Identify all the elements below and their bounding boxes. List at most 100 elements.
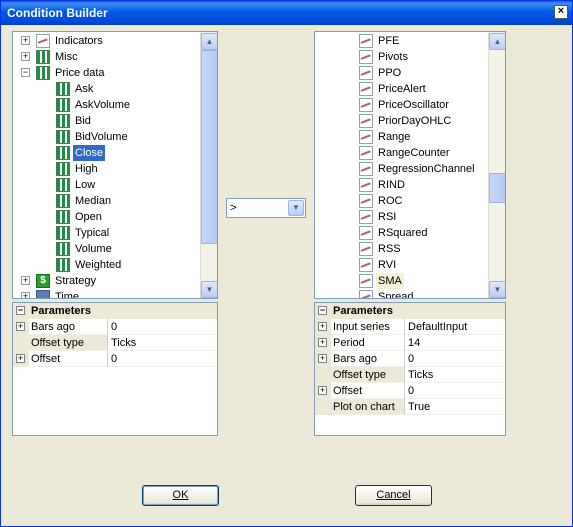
tree-item-label: ROC: [378, 195, 403, 207]
tree-item[interactable]: + Indicators: [13, 33, 199, 49]
tree-item[interactable]: SMA: [315, 273, 487, 289]
expand-icon[interactable]: +: [21, 52, 30, 61]
expand-icon[interactable]: +: [318, 354, 327, 363]
chevron-down-icon[interactable]: ▼: [288, 200, 304, 216]
parameter-value[interactable]: DefaultInput: [405, 319, 505, 335]
bar-chart-icon: [56, 162, 70, 176]
parameters-header: − Parameters: [13, 303, 217, 319]
parameter-row[interactable]: Offset type Ticks: [315, 367, 505, 383]
tree-item[interactable]: Median: [13, 193, 199, 209]
parameter-name: Period: [331, 335, 405, 351]
scrollbar-thumb[interactable]: [201, 50, 217, 244]
tree-item[interactable]: Low: [13, 177, 199, 193]
parameter-row[interactable]: + Bars ago 0: [315, 351, 505, 367]
right-tree-view[interactable]: Spread SMA RVI RSS RSquared RSI ROC RIND Regress…: [314, 31, 506, 299]
left-tree-scrollbar[interactable]: ▲ ▼: [200, 32, 217, 298]
tree-item-label: Misc: [55, 51, 78, 63]
bar-chart-icon: [56, 226, 70, 240]
tree-item[interactable]: RegressionChannel: [315, 161, 487, 177]
tree-item[interactable]: Volume: [13, 241, 199, 257]
parameter-row[interactable]: + Offset 0: [315, 383, 505, 399]
tree-item[interactable]: PPO: [315, 65, 487, 81]
tree-item[interactable]: Pivots: [315, 49, 487, 65]
indicator-chart-icon: [359, 98, 373, 112]
parameter-value[interactable]: 0: [108, 319, 217, 335]
tree-item[interactable]: RSS: [315, 241, 487, 257]
tree-item[interactable]: + $ Strategy: [13, 273, 199, 289]
ok-button[interactable]: OK: [142, 485, 219, 506]
tree-item[interactable]: Spread: [315, 289, 487, 298]
right-tree-scrollbar[interactable]: ▲ ▼: [488, 32, 505, 298]
window-title: Condition Builder: [7, 6, 108, 20]
indicator-chart-icon: [359, 66, 373, 80]
parameter-value[interactable]: 0: [405, 351, 505, 367]
tree-item[interactable]: PriceOscillator: [315, 97, 487, 113]
scroll-down-icon[interactable]: ▼: [201, 281, 217, 298]
tree-item[interactable]: Ask: [13, 81, 199, 97]
tree-item[interactable]: RSI: [315, 209, 487, 225]
tree-item-label: RSS: [378, 243, 401, 255]
indicator-chart-icon: [359, 258, 373, 272]
tree-item[interactable]: ROC: [315, 193, 487, 209]
bar-chart-icon: [36, 66, 50, 80]
tree-item[interactable]: Bid: [13, 113, 199, 129]
indicator-chart-icon: [359, 146, 373, 160]
tree-item[interactable]: + Time: [13, 289, 199, 298]
tree-item[interactable]: Typical: [13, 225, 199, 241]
tree-item[interactable]: − Price data: [13, 65, 199, 81]
tree-item[interactable]: Open: [13, 209, 199, 225]
tree-item[interactable]: AskVolume: [13, 97, 199, 113]
tree-item[interactable]: PriorDayOHLC: [315, 113, 487, 129]
collapse-icon[interactable]: −: [16, 306, 25, 315]
tree-item[interactable]: BidVolume: [13, 129, 199, 145]
scroll-up-icon[interactable]: ▲: [201, 33, 217, 50]
indicator-chart-icon: [359, 50, 373, 64]
tree-item[interactable]: PFE: [315, 33, 487, 49]
indicator-chart-icon: [359, 130, 373, 144]
tree-item[interactable]: Weighted: [13, 257, 199, 273]
parameter-row[interactable]: + Input series DefaultInput: [315, 319, 505, 335]
scroll-up-icon[interactable]: ▲: [489, 33, 505, 50]
expand-icon[interactable]: +: [16, 354, 25, 363]
tree-item[interactable]: RVI: [315, 257, 487, 273]
parameter-value[interactable]: 0: [108, 351, 217, 367]
tree-item[interactable]: RangeCounter: [315, 145, 487, 161]
parameter-row[interactable]: Plot on chart True: [315, 399, 505, 415]
tree-item[interactable]: Close: [13, 145, 199, 161]
operator-dropdown[interactable]: > ▼: [226, 198, 306, 218]
parameter-row[interactable]: Offset type Ticks: [13, 335, 217, 351]
parameter-value[interactable]: Ticks: [405, 367, 505, 383]
scroll-down-icon[interactable]: ▼: [489, 281, 505, 298]
expand-icon[interactable]: +: [21, 292, 30, 298]
tree-item-label: High: [75, 163, 98, 175]
expand-icon[interactable]: +: [16, 322, 25, 331]
expand-icon[interactable]: +: [318, 338, 327, 347]
parameter-value[interactable]: True: [405, 399, 505, 415]
parameter-row[interactable]: + Bars ago 0: [13, 319, 217, 335]
close-icon[interactable]: ×: [554, 5, 568, 19]
indicator-chart-icon: [36, 34, 50, 48]
expand-icon[interactable]: +: [21, 36, 30, 45]
parameter-row[interactable]: + Offset 0: [13, 351, 217, 367]
parameter-value[interactable]: 0: [405, 383, 505, 399]
tree-item[interactable]: Range: [315, 129, 487, 145]
expand-icon[interactable]: +: [318, 386, 327, 395]
indicator-chart-icon: [359, 82, 373, 96]
expand-icon[interactable]: +: [21, 276, 30, 285]
collapse-icon[interactable]: −: [318, 306, 327, 315]
bar-chart-icon: [56, 130, 70, 144]
parameter-value[interactable]: Ticks: [108, 335, 217, 351]
left-tree-view[interactable]: + Time + $ Strategy Weighted Volume Typical Open…: [12, 31, 218, 299]
parameter-value[interactable]: 14: [405, 335, 505, 351]
tree-item[interactable]: + Misc: [13, 49, 199, 65]
tree-item[interactable]: High: [13, 161, 199, 177]
expand-icon[interactable]: +: [318, 322, 327, 331]
scrollbar-thumb[interactable]: [489, 173, 505, 203]
tree-item[interactable]: RIND: [315, 177, 487, 193]
parameter-row[interactable]: + Period 14: [315, 335, 505, 351]
collapse-icon[interactable]: −: [21, 68, 30, 77]
cancel-button[interactable]: Cancel: [355, 485, 432, 506]
tree-item-label: AskVolume: [75, 99, 131, 111]
tree-item[interactable]: RSquared: [315, 225, 487, 241]
tree-item[interactable]: PriceAlert: [315, 81, 487, 97]
